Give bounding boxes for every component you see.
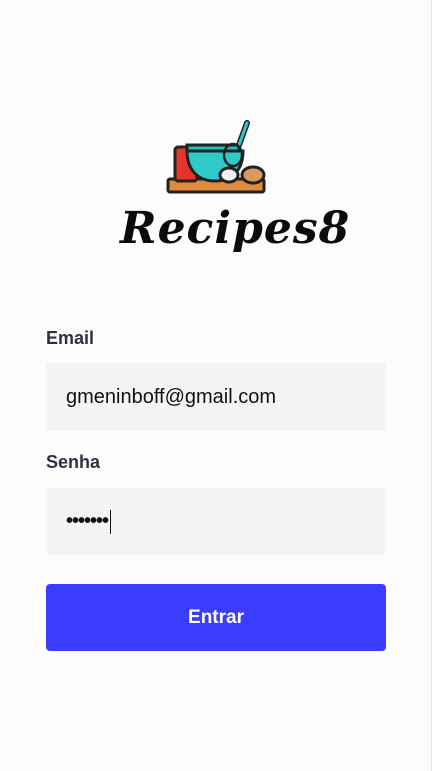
text-caret [110,509,112,534]
password-value: ••••••• [66,510,109,532]
login-button-label: Entrar [188,606,244,628]
email-value: gmeninboff@gmail.com [66,385,277,408]
login-button[interactable]: Entrar [46,584,386,651]
password-field[interactable]: ••••••• [46,488,386,555]
login-screen: Recipes8 Email gmeninboff@gmail.com Senh… [0,0,432,771]
cooking-bowl-whisk-icon [166,120,266,194]
password-label: Senha [46,452,101,472]
email-field[interactable]: gmeninboff@gmail.com [46,363,386,431]
email-label: Email [46,328,95,348]
app-logo: Recipes8 [120,115,351,270]
app-name: Recipes8 [120,203,351,254]
